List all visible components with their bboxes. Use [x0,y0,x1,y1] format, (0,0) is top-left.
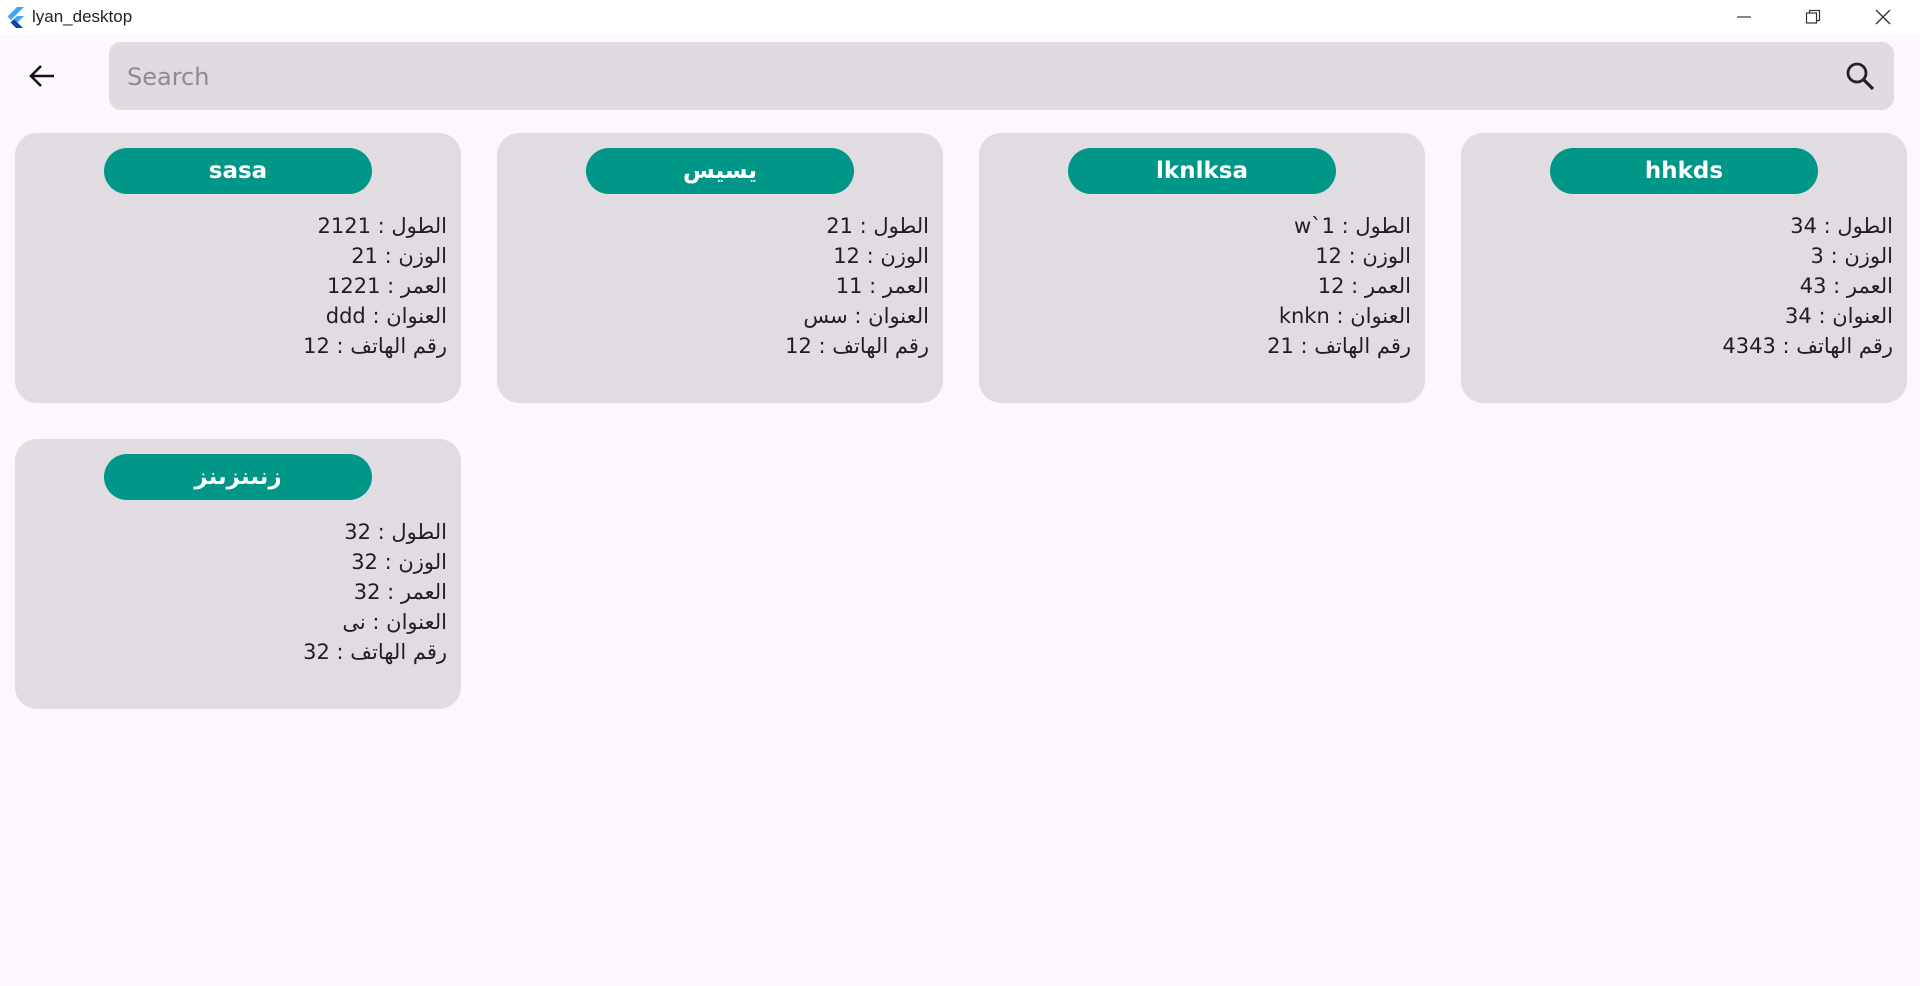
card-details: الطول : 34 الوزن : 3 العمر : 43 العنوان … [1722,211,1893,361]
minimize-icon [1737,16,1751,18]
back-button[interactable] [18,56,66,96]
card-name-badge: زنىنزىنز [104,454,372,500]
person-card[interactable]: sasa الطول : 2121 الوزن : 21 العمر : 122… [15,133,461,403]
card-name-badge: sasa [104,148,372,194]
height-row: الطول : 21 [826,214,929,238]
address-row: العنوان : سس [803,304,929,328]
person-card[interactable]: يسيس الطول : 21 الوزن : 12 العمر : 11 ال… [497,133,943,403]
search-input[interactable] [125,42,1809,112]
arrow-left-icon [29,65,54,87]
close-icon [1875,9,1891,25]
phone-row: رقم الهاتف : 4343 [1722,334,1893,358]
height-row: الطول : 2121 [317,214,447,238]
person-card[interactable]: hhkds الطول : 34 الوزن : 3 العمر : 43 ال… [1461,133,1907,403]
address-row: العنوان : نى [342,610,447,634]
age-row: العمر : 11 [835,274,929,298]
search-bar [109,42,1894,112]
card-details: الطول : 2121 الوزن : 21 العمر : 1221 الع… [303,211,447,361]
window-title: lyan_desktop [32,7,133,26]
phone-row: رقم الهاتف : 32 [303,640,447,664]
address-row: العنوان : 34 [1785,304,1893,328]
search-icon[interactable] [1844,60,1876,92]
height-row: الطول : 34 [1790,214,1893,238]
card-name-badge: lknlksa [1068,148,1336,194]
phone-row: رقم الهاتف : 12 [303,334,447,358]
flutter-logo-icon [7,7,24,28]
weight-row: الوزن : 32 [351,550,447,574]
weight-row: الوزن : 12 [833,244,929,268]
phone-row: رقم الهاتف : 12 [785,334,929,358]
height-row: الطول : 32 [344,520,447,544]
person-card[interactable]: lknlksa الطول : w`1 الوزن : 12 العمر : 1… [979,133,1425,403]
close-button[interactable] [1848,0,1918,34]
age-row: العمر : 43 [1799,274,1893,298]
phone-row: رقم الهاتف : 21 [1267,334,1411,358]
restore-button[interactable] [1778,0,1848,34]
minimize-button[interactable] [1709,0,1779,34]
title-bar: lyan_desktop [0,0,1920,34]
height-row: الطول : w`1 [1293,214,1411,238]
weight-row: الوزن : 12 [1315,244,1411,268]
card-details: الطول : 32 الوزن : 32 العمر : 32 العنوان… [303,517,447,667]
age-row: العمر : 32 [353,580,447,604]
address-row: العنوان : ddd [325,304,447,328]
age-row: العمر : 12 [1317,274,1411,298]
person-card[interactable]: زنىنزىنز الطول : 32 الوزن : 32 العمر : 3… [15,439,461,709]
card-details: الطول : 21 الوزن : 12 العمر : 11 العنوان… [785,211,929,361]
weight-row: الوزن : 3 [1810,244,1893,268]
card-name-badge: يسيس [586,148,854,194]
restore-icon [1805,9,1821,24]
age-row: العمر : 1221 [327,274,447,298]
address-row: العنوان : knkn [1278,304,1411,328]
card-details: الطول : w`1 الوزن : 12 العمر : 12 العنوا… [1267,211,1411,361]
card-name-badge: hhkds [1550,148,1818,194]
weight-row: الوزن : 21 [351,244,447,268]
